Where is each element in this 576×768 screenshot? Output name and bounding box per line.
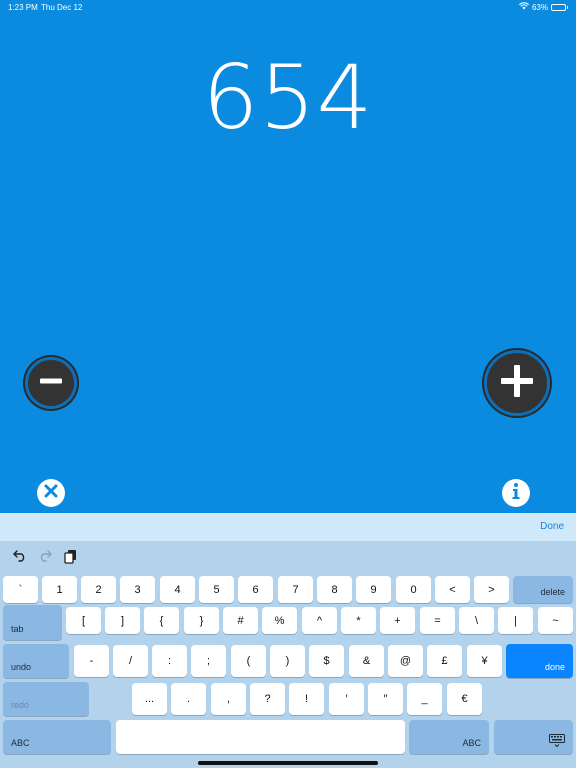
key[interactable]: € xyxy=(447,683,482,715)
keyboard: ` 1 2 3 4 5 6 7 8 9 0 < > delete tab [ ]… xyxy=(0,541,576,768)
delete-key[interactable]: delete xyxy=(513,576,573,603)
wifi-icon xyxy=(519,2,529,12)
abc-key-left[interactable]: ABC xyxy=(3,720,111,754)
key[interactable]: . xyxy=(171,683,206,715)
key[interactable]: * xyxy=(341,607,376,634)
key[interactable]: 8 xyxy=(317,576,352,603)
plus-icon xyxy=(499,363,535,404)
status-time: 1:23 PM xyxy=(8,3,38,12)
minus-icon xyxy=(38,368,64,399)
key[interactable]: ¥ xyxy=(467,645,502,677)
key[interactable]: ] xyxy=(105,607,140,634)
close-icon xyxy=(43,483,59,504)
info-icon xyxy=(508,482,524,505)
key[interactable]: ) xyxy=(270,645,305,677)
key[interactable]: [ xyxy=(66,607,101,634)
done-key[interactable]: done xyxy=(506,644,573,678)
abc-key-right[interactable]: ABC xyxy=(409,720,489,754)
key[interactable]: ′ xyxy=(329,683,364,715)
key[interactable]: + xyxy=(380,607,415,634)
keyboard-shortcut-bar xyxy=(0,541,576,571)
counter-value: 654 xyxy=(202,46,374,149)
increment-button[interactable] xyxy=(484,350,550,416)
status-indicators: 63% xyxy=(519,2,568,12)
key[interactable]: @ xyxy=(388,645,423,677)
key[interactable]: ( xyxy=(231,645,266,677)
info-button[interactable] xyxy=(502,479,530,507)
home-indicator xyxy=(198,761,378,765)
battery-percent: 63% xyxy=(531,2,548,12)
key[interactable]: 9 xyxy=(356,576,391,603)
key[interactable]: { xyxy=(144,607,179,634)
key[interactable]: 4 xyxy=(160,576,195,603)
decrement-button[interactable] xyxy=(25,357,77,409)
paste-icon[interactable] xyxy=(62,548,78,564)
reset-button[interactable] xyxy=(37,479,65,507)
key[interactable]: ; xyxy=(191,645,226,677)
key[interactable]: £ xyxy=(427,645,462,677)
key[interactable]: = xyxy=(420,607,455,634)
key[interactable]: 6 xyxy=(238,576,273,603)
battery-icon xyxy=(551,3,568,11)
key[interactable]: & xyxy=(349,645,384,677)
key[interactable]: _ xyxy=(407,683,442,715)
key[interactable]: 5 xyxy=(199,576,234,603)
key[interactable]: ! xyxy=(289,683,324,715)
keyboard-dismiss-icon xyxy=(549,734,565,749)
done-button[interactable]: Done xyxy=(540,521,564,532)
key[interactable]: < xyxy=(435,576,470,603)
key[interactable]: } xyxy=(184,607,219,634)
key[interactable]: 3 xyxy=(120,576,155,603)
redo-key[interactable]: redo xyxy=(3,682,89,716)
status-bar: 1:23 PM Thu Dec 12 63% xyxy=(0,0,576,14)
key[interactable]: : xyxy=(152,645,187,677)
key[interactable]: > xyxy=(474,576,509,603)
key[interactable]: $ xyxy=(309,645,344,677)
key[interactable]: , xyxy=(211,683,246,715)
undo-key[interactable]: undo xyxy=(3,644,69,678)
redo-icon[interactable] xyxy=(37,548,53,564)
key[interactable]: # xyxy=(223,607,258,634)
key[interactable]: ~ xyxy=(538,607,573,634)
key[interactable]: 2 xyxy=(81,576,116,603)
key[interactable]: 1 xyxy=(42,576,77,603)
dismiss-keyboard-key[interactable] xyxy=(494,720,573,754)
key[interactable]: % xyxy=(262,607,297,634)
status-date: Thu Dec 12 xyxy=(41,3,83,12)
key[interactable]: \ xyxy=(459,607,494,634)
key[interactable]: 0 xyxy=(396,576,431,603)
key[interactable]: ... xyxy=(132,683,167,715)
key[interactable]: ? xyxy=(250,683,285,715)
key[interactable]: / xyxy=(113,645,148,677)
key[interactable]: - xyxy=(74,645,109,677)
key[interactable]: ^ xyxy=(302,607,337,634)
key[interactable]: ″ xyxy=(368,683,403,715)
tab-key[interactable]: tab xyxy=(3,605,62,640)
undo-icon[interactable] xyxy=(12,548,28,564)
key[interactable]: | xyxy=(498,607,533,634)
space-bar[interactable] xyxy=(116,720,405,754)
input-accessory-bar: Done xyxy=(0,513,576,541)
key[interactable]: ` xyxy=(3,576,38,603)
key[interactable]: 7 xyxy=(278,576,313,603)
